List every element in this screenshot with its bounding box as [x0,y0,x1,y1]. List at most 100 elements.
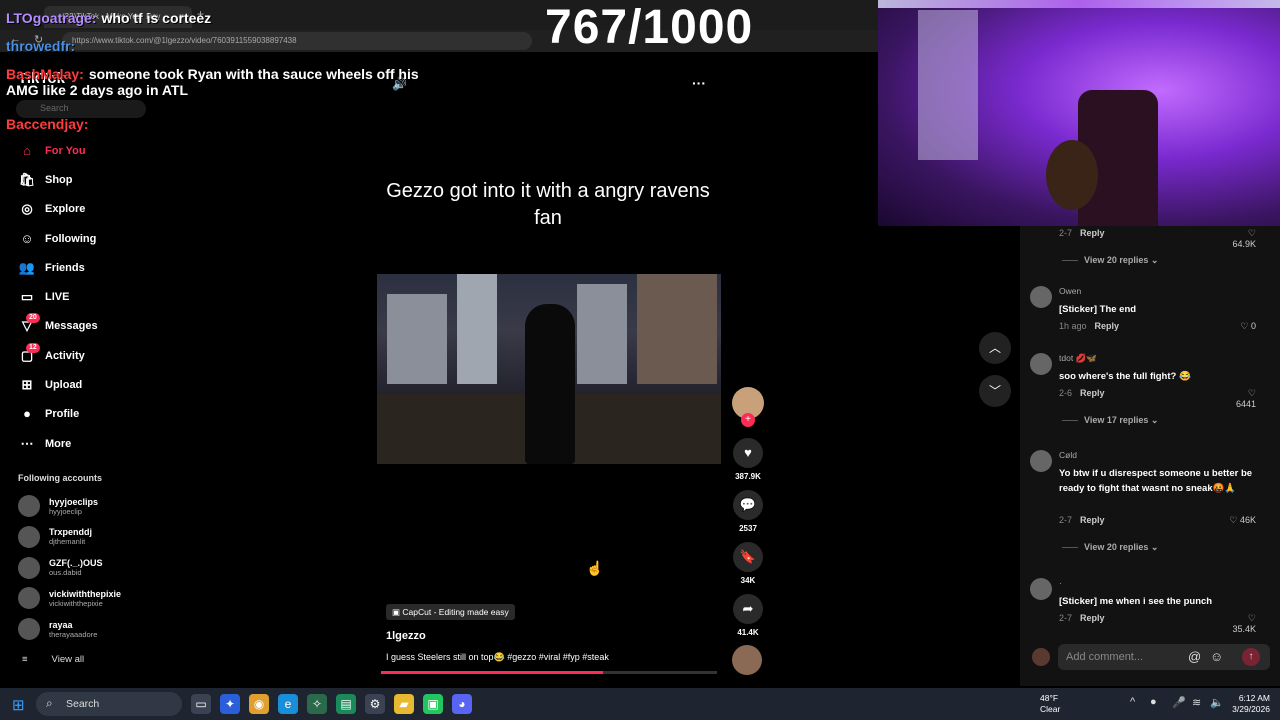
folder-icon[interactable]: ▰ [394,694,414,714]
sidebar-item-shop[interactable]: 🛍 Shop [18,165,98,194]
view-replies-button[interactable]: View 17 replies ⌄ [1062,415,1158,426]
weather-condition: Clear [1040,704,1061,714]
emoji-icon[interactable]: ☺ [1210,649,1223,664]
microphone-icon[interactable]: 🎤 [1172,696,1186,709]
copilot-icon[interactable]: ✦ [220,694,240,714]
reply-button[interactable]: Reply [1080,388,1105,398]
comment-icon[interactable]: 💬 [733,490,763,520]
sidebar-item-following[interactable]: ☺ Following [18,224,98,253]
following-account[interactable]: hyyjoeclips hyyjoeclip [18,495,98,517]
avatar[interactable] [1030,578,1052,600]
view-replies-button[interactable]: View 20 replies ⌄ [1062,542,1158,553]
windows-start-icon[interactable]: ⊞ [12,696,25,714]
comment-text: Yo btw if u disrespect someone u better … [1059,468,1253,494]
account-name: hyyjoeclips [49,496,99,507]
app-icon[interactable]: ✧ [307,694,327,714]
store-icon[interactable]: ▤ [336,694,356,714]
comment-like[interactable]: ♡ 35.4K [1226,613,1256,634]
heart-icon[interactable]: ♥ [733,438,763,468]
share-action[interactable]: ➦ 41.4K [732,594,764,637]
chevron-down-icon[interactable]: ﹀ [979,375,1011,407]
sidebar-item-for-you[interactable]: ⌂ For You [18,136,98,165]
comment-author[interactable]: Cøld [1059,450,1077,460]
sidebar-item-upload[interactable]: ⊞ Upload [18,370,98,399]
sidebar-item-more[interactable]: ⋯ More [18,429,98,458]
chrome-icon[interactable]: ◉ [249,694,269,714]
sidebar-item-messages[interactable]: ▽ 20 Messages [18,312,98,341]
following-icon: ☺ [20,230,34,246]
sidebar-item-activity[interactable]: ▢ 12 Activity [18,341,98,370]
following-account[interactable]: rayaa therayaaadore [18,618,97,641]
comment-like[interactable]: ♡ 46K [1226,515,1256,526]
save-action[interactable]: 🔖 34K [732,542,764,585]
add-comment-input[interactable]: Add comment... @ ☺ ↑ [1058,644,1270,670]
share-icon[interactable]: ➦ [733,594,763,624]
following-account[interactable]: Trxpenddj djthemanlit [18,525,92,548]
settings-icon[interactable]: ⚙ [365,694,385,714]
share-count: 41.4K [737,628,759,637]
video-player[interactable] [377,274,721,464]
avatar [18,495,40,517]
comment-like[interactable]: ♡ 6441 [1226,388,1256,409]
comment-meta: 1h ago Reply [1059,321,1119,331]
avatar[interactable] [1030,286,1052,308]
send-icon[interactable]: ↑ [1242,648,1260,666]
speaker-icon[interactable]: 🔈 [1210,696,1224,709]
avatar [18,525,40,548]
edge-icon[interactable]: e [278,694,298,714]
comment-like[interactable]: ♡ 0 [1226,321,1256,332]
game-icon[interactable]: ▣ [423,694,443,714]
following-account[interactable]: vickiwiththepixie vickiwiththepixie [18,587,121,610]
clock[interactable]: 6:12 AM 3/29/2026 [1228,693,1270,715]
mention-icon[interactable]: @ [1188,649,1201,664]
reply-button[interactable]: Reply [1080,613,1105,623]
capcut-tag[interactable]: ▣ CapCut - Editing made easy [386,604,515,620]
search-icon: ⌕ [46,696,53,710]
taskbar-search-label: Search [66,698,100,710]
like-action[interactable]: ♥ 387.9K [732,438,764,481]
weather-widget[interactable]: 48°F Clear [1040,693,1060,715]
video-description: I guess Steelers still on top😂 #gezzo #v… [386,652,609,662]
comment-like[interactable]: ♡ 64.9K [1226,228,1256,249]
search-placeholder: Search [40,103,69,113]
sidebar-item-friends[interactable]: 👥 Friends [18,253,98,282]
notification-badge: 12 [26,342,40,353]
task-view-icon[interactable]: ▭ [191,694,211,714]
reply-button[interactable]: Reply [1095,321,1120,331]
profile-icon: ● [23,406,31,422]
reply-button[interactable]: Reply [1080,228,1105,238]
comment-author[interactable]: tdot 💋🦋 [1059,353,1097,364]
follow-plus-icon[interactable]: + [741,413,755,427]
chevron-up-tray-icon[interactable]: ^ [1130,696,1135,708]
view-all-link[interactable]: ≡ View all [22,654,84,665]
avatar [18,556,40,579]
video-progress-bar[interactable] [381,671,717,674]
shop-icon: 🛍 [18,171,36,187]
comment-like-count: 0 [1250,321,1256,331]
view-replies-button[interactable]: View 20 replies ⌄ [1062,255,1158,266]
video-building [387,294,447,384]
following-account[interactable]: GZF(._.)OUS ous.dabid [18,556,103,579]
reply-button[interactable]: Reply [1080,515,1105,525]
taskbar-search[interactable]: ⌕ Search [36,692,182,716]
comment-author[interactable]: Owen [1059,286,1081,296]
tray-app-icon[interactable]: ● [1150,696,1157,708]
comment-author[interactable]: · [1059,578,1062,588]
chevron-up-icon[interactable]: ︿ [979,332,1011,364]
wifi-icon[interactable]: ≋ [1192,696,1201,709]
discord-icon[interactable]: ◕ [452,694,472,714]
bookmark-icon[interactable]: 🔖 [733,542,763,572]
more-options-icon[interactable]: ··· [692,75,706,91]
sidebar-item-live[interactable]: ▭ LIVE [18,282,98,311]
account-handle: vickiwiththepixie [49,598,103,608]
upload-icon: ⊞ [21,377,33,393]
capcut-label: CapCut - Editing made easy [402,607,509,617]
avatar[interactable] [1030,450,1052,472]
comment-action[interactable]: 💬 2537 [732,490,764,533]
comment-like-count: 64.9K [1232,239,1256,249]
video-author[interactable]: 1lgezzo [386,630,426,642]
music-disc-icon[interactable] [732,645,762,675]
avatar[interactable] [1030,353,1052,375]
sidebar-item-profile[interactable]: ● Profile [18,400,98,429]
sidebar-item-explore[interactable]: ◎ Explore [18,195,98,224]
